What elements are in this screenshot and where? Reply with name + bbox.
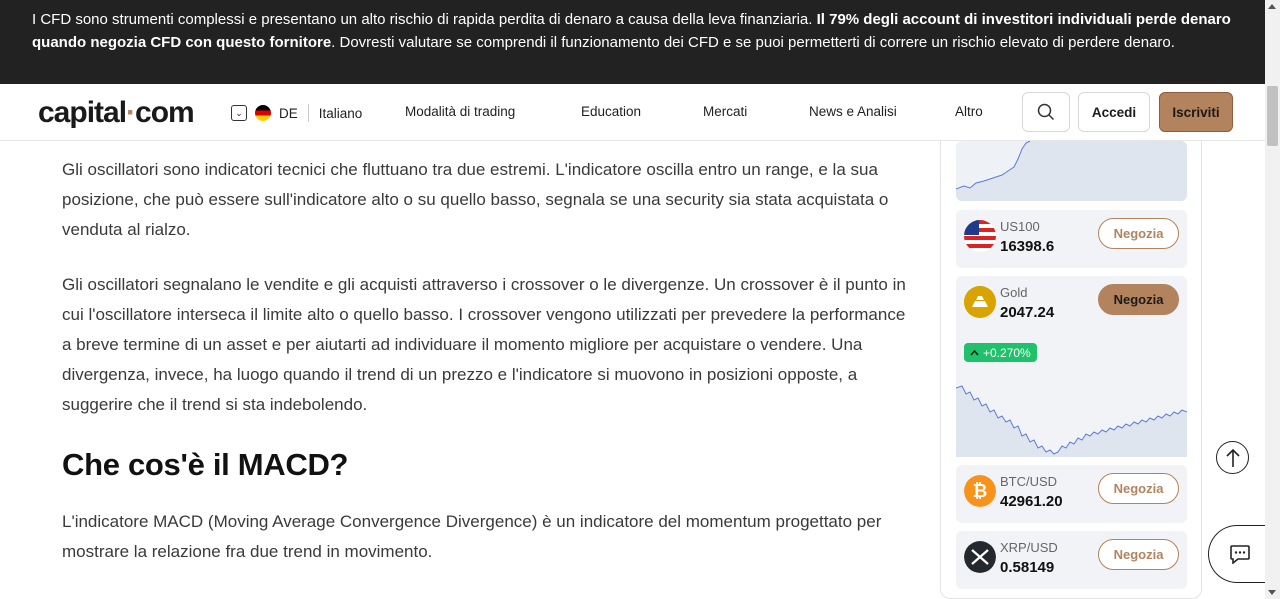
scroll-up-arrow-icon[interactable] xyxy=(1268,4,1276,9)
asset-price: 0.58149 xyxy=(1000,559,1055,576)
language-label: Italiano xyxy=(318,105,363,121)
signup-button[interactable]: Iscriviti xyxy=(1159,92,1233,132)
trade-button[interactable]: Negozia xyxy=(1098,218,1179,249)
sparkline-chart-line xyxy=(956,141,1187,201)
markets-sidebar: US100 16398.6 Negozia Gold 2047.24 Negoz… xyxy=(940,141,1202,599)
page-scrollbar[interactable] xyxy=(1265,0,1280,599)
gold-sparkline-chart xyxy=(956,385,1187,457)
asset-name: BTC/USD xyxy=(1000,474,1058,489)
site-header: capital·com ⌄ DE Italiano Modalità di tr… xyxy=(0,84,1265,141)
sparkline-chart xyxy=(956,141,1187,201)
scroll-to-top-button[interactable] xyxy=(1216,441,1249,474)
divider xyxy=(307,104,309,122)
risk-warning-text: I CFD sono strumenti complessi e present… xyxy=(32,11,817,28)
nav-trading-modes[interactable]: Modalità di trading xyxy=(405,104,515,119)
svg-text:₿: ₿ xyxy=(973,481,988,502)
asset-row-gold[interactable]: Gold 2047.24 Negozia +0.270% xyxy=(956,276,1187,457)
scrollbar-thumb[interactable] xyxy=(1267,86,1278,146)
chevron-down-icon: ⌄ xyxy=(231,105,247,121)
logo-text-right: com xyxy=(135,96,195,129)
price-change-value: +0.270% xyxy=(983,345,1031,360)
risk-warning-banner: I CFD sono strumenti complessi e present… xyxy=(0,0,1265,84)
capital-com-logo[interactable]: capital·com xyxy=(38,96,195,130)
asset-row-xrp[interactable]: XRP/USD 0.58149 Negozia xyxy=(956,531,1187,589)
region-language-selector[interactable]: ⌄ DE Italiano xyxy=(231,102,362,124)
trade-button[interactable]: Negozia xyxy=(1098,473,1179,504)
asset-price: 42961.20 xyxy=(1000,493,1063,510)
logo-dot: · xyxy=(126,96,136,129)
search-icon xyxy=(1037,103,1055,121)
arrow-up-icon xyxy=(970,349,979,355)
nav-news-analysis[interactable]: News e Analisi xyxy=(809,104,897,119)
scroll-down-arrow-icon[interactable] xyxy=(1268,590,1276,595)
asset-row-us100[interactable]: US100 16398.6 Negozia xyxy=(956,210,1187,268)
nav-education[interactable]: Education xyxy=(581,104,641,119)
paragraph-oscillators: Gli oscillatori sono indicatori tecnici … xyxy=(62,160,889,239)
paragraph-macd: L'indicatore MACD (Moving Average Conver… xyxy=(62,512,882,561)
gold-icon xyxy=(964,286,996,318)
search-button[interactable] xyxy=(1022,92,1070,132)
asset-price: 16398.6 xyxy=(1000,238,1055,255)
chat-button[interactable] xyxy=(1208,525,1270,583)
us-flag-icon xyxy=(964,220,996,252)
asset-name: Gold xyxy=(1000,285,1028,300)
bitcoin-icon: ₿ xyxy=(964,475,996,507)
asset-price: 2047.24 xyxy=(1000,304,1055,321)
trade-button[interactable]: Negozia xyxy=(1098,539,1179,570)
arrow-up-icon xyxy=(1225,448,1240,467)
price-change-badge: +0.270% xyxy=(964,343,1037,362)
asset-name: US100 xyxy=(1000,219,1040,234)
nav-markets[interactable]: Mercati xyxy=(703,104,747,119)
nav-more[interactable]: Altro xyxy=(955,104,983,119)
logo-text-left: capital xyxy=(38,96,127,129)
login-button[interactable]: Accedi xyxy=(1078,92,1150,132)
asset-name: XRP/USD xyxy=(1000,540,1058,555)
asset-row-btc[interactable]: ₿ BTC/USD 42961.20 Negozia xyxy=(956,465,1187,523)
section-heading-macd: Che cos'è il MACD? xyxy=(62,447,349,482)
chat-icon xyxy=(1229,545,1250,564)
paragraph-crossover: Gli oscillatori segnalano le vendite e g… xyxy=(62,275,906,414)
germany-flag-icon xyxy=(255,105,271,121)
region-code: DE xyxy=(279,105,298,121)
article-body: Gli oscillatori sono indicatori tecnici … xyxy=(62,155,912,592)
xrp-icon xyxy=(964,541,996,573)
trade-button[interactable]: Negozia xyxy=(1098,284,1179,315)
risk-warning-text-end: . Dovresti valutare se comprendi il funz… xyxy=(331,33,1175,51)
